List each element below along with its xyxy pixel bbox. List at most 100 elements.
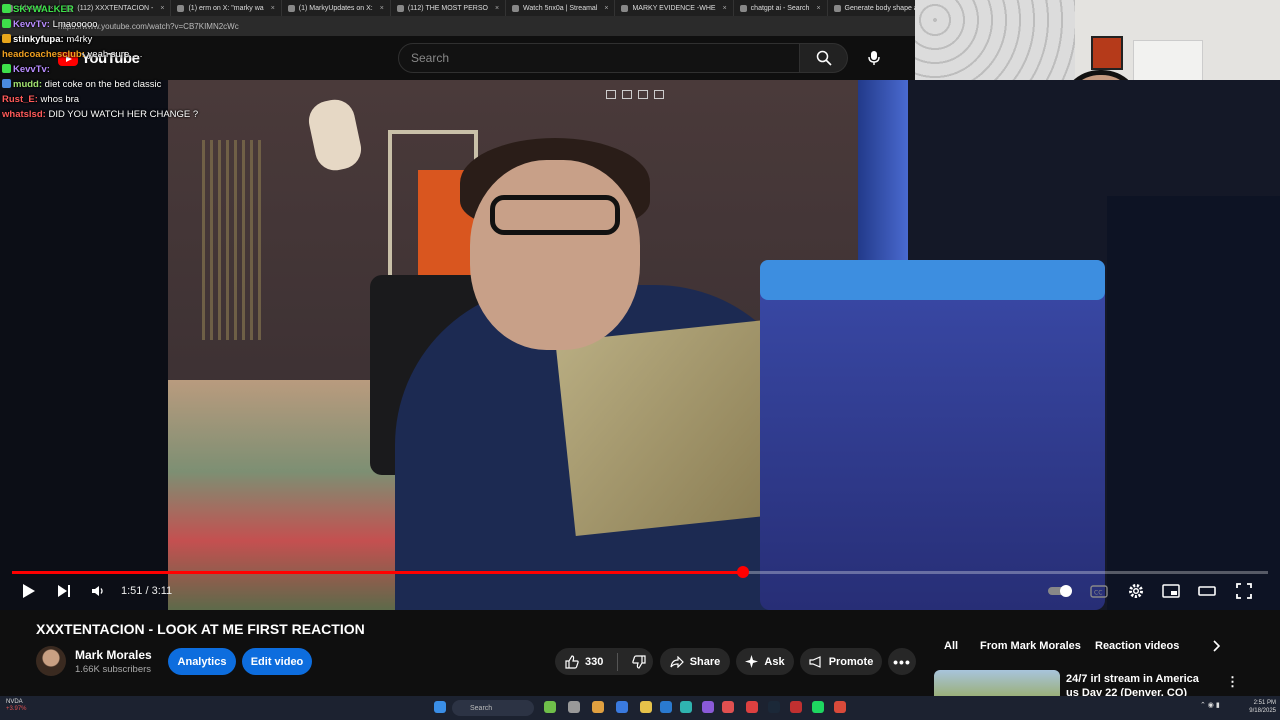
video-overlay-icons — [606, 90, 664, 99]
promote-button[interactable]: Promote — [800, 648, 882, 675]
app-icon-purple[interactable] — [702, 701, 714, 713]
progress-scrubber[interactable] — [736, 566, 749, 578]
close-tab-icon[interactable]: × — [604, 5, 608, 12]
autoplay-toggle[interactable] — [1046, 582, 1076, 600]
tab-label: (112) THE MOST PERSO — [407, 4, 488, 12]
next-button[interactable] — [55, 582, 73, 600]
captions-button[interactable]: CC — [1089, 582, 1109, 600]
share-label: Share — [689, 655, 721, 668]
fullscreen-icon — [1236, 583, 1252, 599]
voice-search-button[interactable] — [862, 46, 886, 70]
ask-label: Ask — [764, 655, 785, 668]
copilot-icon[interactable] — [592, 701, 604, 713]
folder-icon[interactable] — [640, 701, 652, 713]
taskbar-clock[interactable]: 2:51 PM 9/18/2025 — [1236, 699, 1276, 715]
spotify-icon[interactable] — [812, 701, 824, 713]
chat-message: whatslsd: DID YOU WATCH HER CHANGE ? — [2, 107, 252, 122]
translate-icon[interactable] — [654, 90, 664, 99]
tab-label: Watch 5nx0a | Streamal — [523, 4, 598, 12]
chat-message: mudd: diet coke on the bed classic — [2, 77, 252, 92]
store-icon[interactable] — [660, 701, 672, 713]
chip-reaction-videos[interactable]: Reaction videos — [1095, 636, 1179, 656]
task-view-icon[interactable] — [568, 701, 580, 713]
browser-tab[interactable]: Watch 5nx0a | Streamal × — [506, 0, 616, 16]
tab-favicon-icon — [512, 4, 520, 12]
video-progress-bar[interactable] — [12, 566, 1268, 578]
play-button[interactable] — [20, 582, 38, 600]
clock-date: 9/18/2025 — [1249, 708, 1276, 714]
play-icon — [23, 584, 35, 598]
browser-tab[interactable]: (1) MarkyUpdates on X: × — [282, 0, 391, 16]
video-bed — [168, 380, 398, 610]
system-tray-icons[interactable]: ⌃ ◉ ▮ — [1200, 701, 1230, 713]
video-glasses — [490, 195, 620, 235]
browser-tab[interactable]: chatgpt ai - Search × — [734, 0, 828, 16]
chips-next-button[interactable] — [1212, 636, 1220, 656]
pip-icon[interactable] — [606, 90, 616, 99]
progress-played — [12, 571, 743, 574]
video-player[interactable] — [0, 80, 1280, 610]
tab-label: MARKY EVIDENCE -WHE — [632, 4, 716, 12]
fullscreen-button[interactable] — [1234, 582, 1254, 600]
channel-name[interactable]: Mark Morales — [75, 648, 152, 662]
theater-icon — [1198, 586, 1216, 596]
thumbs-down-icon[interactable] — [632, 654, 646, 669]
analytics-button[interactable]: Analytics — [168, 648, 236, 675]
close-tab-icon[interactable]: × — [271, 5, 275, 12]
next-icon — [58, 585, 70, 597]
chat-message: headcoachesclub: yeah sure..... — [2, 47, 252, 62]
share-button[interactable]: Share — [660, 648, 730, 675]
video-bottle — [858, 80, 908, 280]
chip-all[interactable]: All — [944, 636, 958, 656]
search-button[interactable] — [800, 43, 848, 73]
recommended-title[interactable]: 24/7 irl stream in America us Day 22 (De… — [1066, 672, 1206, 696]
close-tab-icon[interactable]: × — [816, 5, 820, 12]
tab-favicon-icon — [833, 4, 841, 12]
browser-tab[interactable]: Generate body shape al× — [828, 0, 915, 16]
stream-chat-overlay: SKYWALKER KevvTv: Lmaooooo stinkyfupa: m4… — [2, 2, 252, 122]
theater-mode-button[interactable] — [1197, 582, 1217, 600]
chat-username: mudd: — [13, 79, 43, 90]
edge-icon[interactable] — [680, 701, 692, 713]
edit-icon[interactable] — [638, 90, 648, 99]
app-icon-orange[interactable] — [834, 701, 846, 713]
browser-tab[interactable]: (112) THE MOST PERSO × — [391, 0, 507, 16]
steam-icon[interactable] — [768, 701, 780, 713]
miniplayer-button[interactable] — [1161, 582, 1181, 600]
widgets-icon[interactable] — [544, 701, 556, 713]
edit-video-button[interactable]: Edit video — [242, 648, 312, 675]
chrome-icon[interactable] — [746, 701, 758, 713]
browser-tab[interactable]: MARKY EVIDENCE -WHE × — [615, 0, 734, 16]
close-tab-icon[interactable]: × — [495, 5, 499, 12]
tab-favicon-icon — [621, 4, 629, 12]
cast-icon[interactable] — [622, 90, 632, 99]
file-explorer-icon[interactable] — [616, 701, 628, 713]
recommended-thumbnail[interactable] — [934, 670, 1060, 696]
close-tab-icon[interactable]: × — [723, 5, 727, 12]
stock-widget[interactable]: NVDA +3.97% — [6, 699, 27, 713]
chat-message: KevvTv: — [2, 62, 252, 77]
recommended-menu-button[interactable]: ⋮ — [1226, 672, 1239, 692]
app-icon-red[interactable] — [722, 701, 734, 713]
chat-text: yeah sure..... — [87, 49, 143, 60]
chat-badge-icon — [2, 34, 11, 43]
tab-favicon-icon — [739, 4, 747, 12]
chip-from-channel[interactable]: From Mark Morales — [980, 636, 1081, 656]
thumbs-up-icon[interactable] — [565, 654, 579, 669]
ask-button[interactable]: Ask — [736, 648, 794, 675]
stock-change: +3.97% — [6, 706, 27, 712]
taskbar-search[interactable]: Search — [452, 700, 534, 716]
video-dark-left — [0, 80, 168, 610]
like-count[interactable]: 330 — [585, 656, 603, 668]
webcam-poster — [1091, 36, 1123, 70]
close-tab-icon[interactable]: × — [380, 5, 384, 12]
channel-avatar[interactable] — [36, 646, 66, 676]
app-icon-dark-red[interactable] — [790, 701, 802, 713]
screen: shboard × (112) XXXTENTACION - × (1) erm on… — [0, 0, 1280, 720]
more-actions-button[interactable]: ••• — [888, 648, 916, 675]
search-input[interactable]: Search — [398, 43, 800, 73]
settings-button[interactable] — [1126, 582, 1146, 600]
windows-start-icon[interactable] — [434, 701, 446, 713]
chat-text: whos bra — [40, 94, 80, 105]
volume-button[interactable] — [89, 582, 107, 600]
